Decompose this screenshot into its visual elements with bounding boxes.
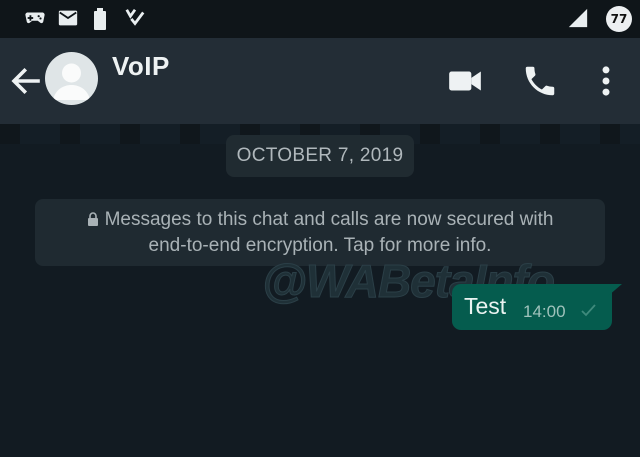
message-time: 14:00 — [523, 302, 566, 321]
bubble-tail — [608, 284, 622, 296]
voice-call-icon[interactable] — [521, 62, 559, 100]
app-bar: VoIP — [0, 38, 640, 124]
chat-title[interactable]: VoIP — [112, 51, 170, 82]
gamepad-icon — [25, 12, 45, 24]
avatar[interactable] — [45, 52, 98, 105]
signal-icon — [568, 8, 588, 28]
status-bar: 77 — [0, 0, 640, 38]
outgoing-message-bubble[interactable]: Test 14:00 — [452, 284, 612, 330]
sent-tick-icon — [581, 304, 596, 317]
avatar-icon — [53, 63, 90, 100]
encryption-notice-line2: end-to-end encryption. Tap for more info… — [148, 235, 492, 256]
back-arrow-icon[interactable] — [8, 63, 44, 99]
lock-icon — [87, 212, 98, 226]
date-chip: OCTOBER 7, 2019 — [226, 135, 414, 177]
video-call-icon[interactable] — [446, 62, 484, 100]
message-text: Test — [464, 293, 507, 319]
encryption-notice-line1: Messages to this chat and calls are now … — [104, 209, 554, 230]
more-vert-icon[interactable] — [587, 62, 625, 100]
battery-icon — [94, 8, 106, 30]
mail-icon — [58, 10, 78, 26]
checklist-icon — [125, 8, 145, 26]
battery-level: 77 — [606, 6, 632, 32]
chat-area[interactable]: OCTOBER 7, 2019 Messages to this chat an… — [0, 124, 640, 457]
